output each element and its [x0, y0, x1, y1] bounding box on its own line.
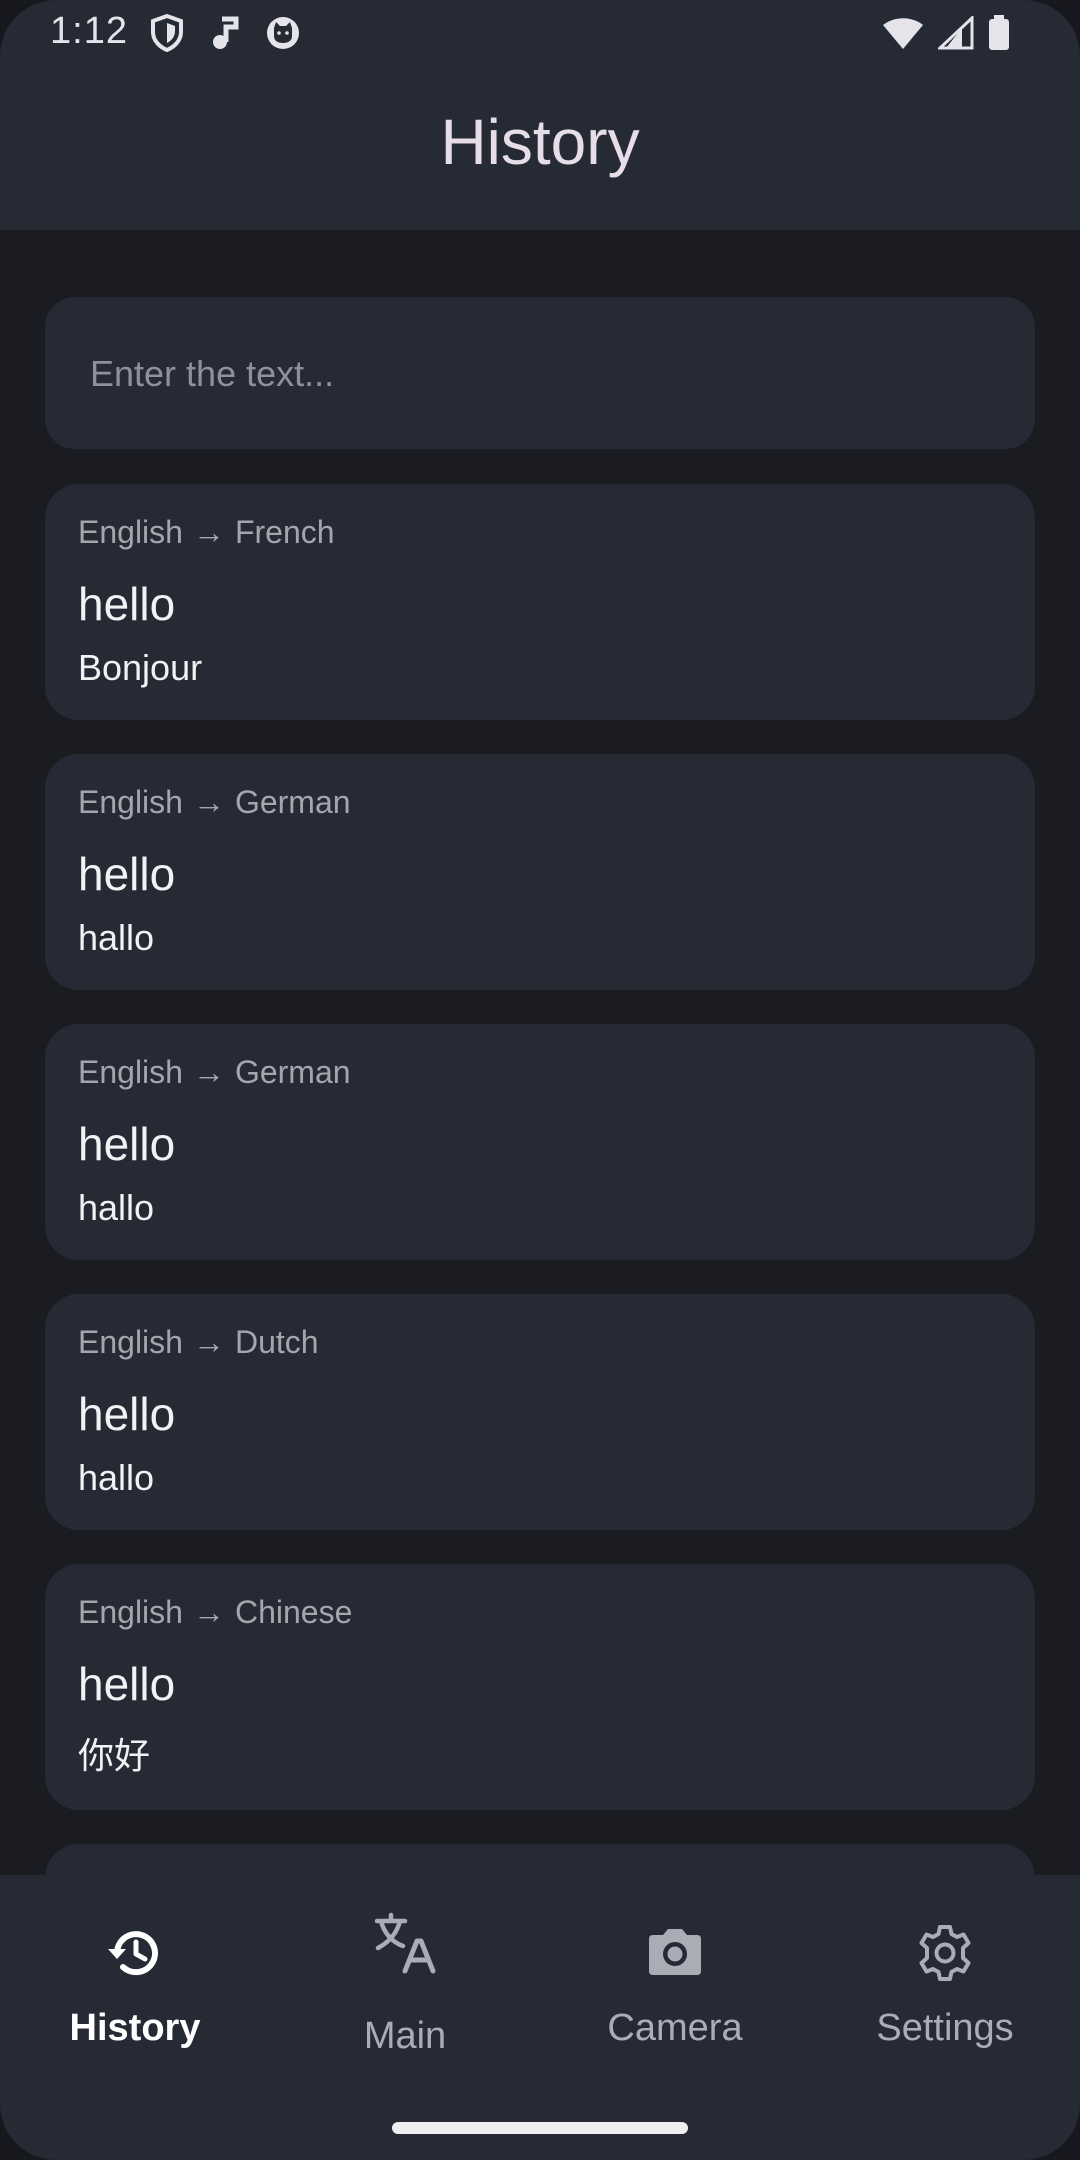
source-text: hello	[78, 848, 176, 900]
target-language: Chinese	[234, 1594, 353, 1630]
gesture-navigation-handle[interactable]	[392, 2122, 688, 2134]
app-screen: 1:12 History Enter the text... English →…	[0, 0, 1080, 2160]
target-language: Dutch	[234, 1324, 319, 1360]
translate-icon	[270, 1911, 540, 1977]
top-app-bar: 1:12 History	[0, 0, 1080, 230]
nav-item-history[interactable]: History	[0, 1875, 270, 2075]
camera-icon	[540, 1925, 810, 1979]
language-pair: English → German	[78, 1054, 351, 1091]
source-language: English	[78, 514, 183, 550]
language-pair: English → French	[78, 514, 335, 551]
history-item[interactable]: English → Chinese hello 你好	[45, 1564, 1035, 1810]
history-item[interactable]: English → French hello Bonjour	[45, 484, 1035, 720]
nav-label-settings: Settings	[876, 2007, 1014, 2049]
history-icon	[0, 1923, 270, 1983]
gear-icon	[810, 1923, 1080, 1983]
status-notification-icons	[150, 14, 300, 52]
cell-signal-icon	[938, 16, 974, 50]
target-language: German	[234, 784, 351, 820]
wifi-icon	[882, 16, 924, 50]
nav-item-settings[interactable]: Settings	[810, 1875, 1080, 2075]
language-pair: English → Dutch	[78, 1324, 319, 1361]
history-content: English→French hello Bonjour English→Ger…	[0, 230, 1080, 1875]
history-item[interactable]: English → Dutch hello hallo	[45, 1294, 1035, 1530]
nav-item-main[interactable]: Main	[270, 1875, 540, 2075]
page-title: History	[440, 106, 640, 178]
nav-item-camera[interactable]: Camera	[540, 1875, 810, 2075]
translated-text: hallo	[78, 917, 155, 958]
arrow-right-icon: →	[192, 784, 225, 820]
status-bar: 1:12	[0, 0, 1080, 68]
target-language: French	[234, 514, 335, 550]
status-system-icons	[882, 15, 1010, 51]
arrow-right-icon: →	[192, 1054, 225, 1090]
translated-text: hallo	[78, 1187, 155, 1228]
bottom-navigation: History Main Camera Settings	[0, 1875, 1080, 2160]
source-text: hello	[78, 1658, 176, 1710]
nav-label-history: History	[69, 2007, 201, 2049]
source-text: hello	[78, 1118, 176, 1170]
arrow-right-icon: →	[192, 1324, 225, 1360]
source-text: hello	[78, 578, 176, 630]
translated-text: hallo	[78, 1457, 155, 1498]
music-note-icon	[210, 15, 240, 51]
battery-icon	[988, 15, 1010, 51]
nav-label-camera: Camera	[607, 2007, 743, 2049]
translated-text: Bonjour	[78, 647, 203, 688]
translated-text: 你好	[78, 1735, 151, 1776]
shield-icon	[150, 14, 184, 52]
cat-face-icon	[266, 16, 300, 50]
status-time: 1:12	[50, 10, 128, 52]
source-text: hello	[78, 1388, 176, 1440]
arrow-right-icon: →	[192, 514, 225, 550]
language-pair: English → Chinese	[78, 1594, 352, 1631]
history-item-partial[interactable]	[45, 1844, 1035, 1875]
search-box[interactable]	[45, 297, 1035, 451]
language-pair: English → German	[78, 784, 351, 821]
nav-label-main: Main	[363, 2015, 447, 2057]
source-language: English	[78, 784, 183, 820]
search-input[interactable]	[88, 297, 992, 451]
arrow-right-icon: →	[192, 1594, 225, 1630]
history-item[interactable]: English → German hello hallo	[45, 754, 1035, 990]
source-language: English	[78, 1324, 183, 1360]
target-language: German	[234, 1054, 351, 1090]
history-list: English → French hello Bonjour English → Ger…	[45, 484, 1035, 1875]
source-language: English	[78, 1054, 183, 1090]
history-item[interactable]: English → German hello hallo	[45, 1024, 1035, 1260]
source-language: English	[78, 1594, 183, 1630]
